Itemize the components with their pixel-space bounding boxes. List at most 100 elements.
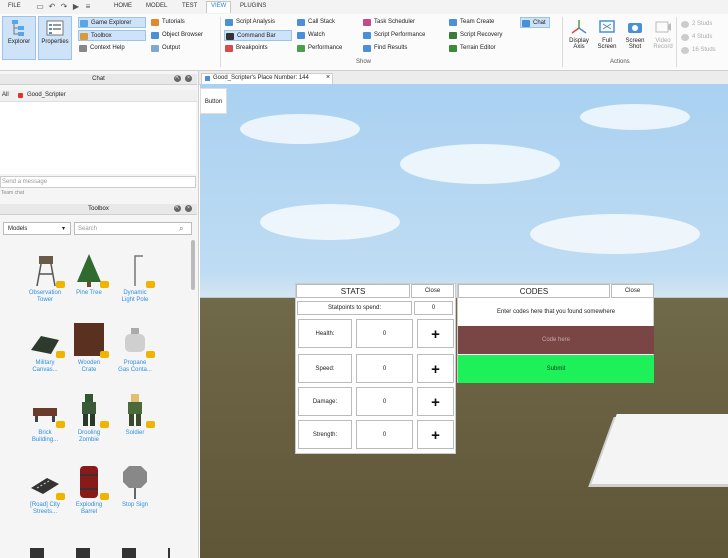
stat-label-health: Health:	[298, 319, 352, 348]
gui-button[interactable]: Button	[200, 88, 227, 114]
tab-test[interactable]: TEST	[182, 3, 197, 9]
chat-input[interactable]: Send a message	[0, 176, 196, 188]
close-tab-icon[interactable]: ×	[326, 74, 330, 81]
stat-label-damage: Damage:	[298, 387, 352, 416]
find-results-button[interactable]: Find Results	[362, 43, 407, 54]
video-record-button[interactable]: Video Record	[650, 16, 676, 60]
toolbox-item-dynamic-light-pole[interactable]: DynamicLight Pole	[112, 252, 158, 304]
object-browser-button[interactable]: Object Browser	[150, 30, 203, 41]
screen-shot-button[interactable]: Screen Shot	[622, 16, 648, 60]
toolbox-search-input[interactable]: Search ⌕	[74, 222, 192, 235]
document-tab-strip: Good_Scripter's Place Number: 144 ×	[199, 71, 728, 85]
stat-value-text: 0	[383, 331, 386, 337]
tab-home[interactable]: HOME	[114, 3, 132, 9]
chat-tab-all[interactable]: All	[2, 92, 9, 98]
codes-description: Enter codes here that you found somewher…	[458, 302, 654, 322]
find-results-icon	[363, 45, 371, 52]
tab-view[interactable]: VIEW	[206, 1, 231, 13]
team-create-button[interactable]: Team Create	[448, 17, 494, 28]
redo-icon[interactable]: ↷	[60, 3, 68, 11]
explorer-button[interactable]: Explorer	[2, 16, 36, 60]
script-recovery-button[interactable]: Script Recovery	[448, 30, 502, 41]
tutorials-icon	[151, 19, 159, 26]
object-browser-icon	[151, 32, 159, 39]
undock-icon[interactable]: ⇱	[174, 75, 181, 82]
toolbox-category-select[interactable]: Models ▾	[3, 222, 71, 235]
toolbox-item-label-1: Wooden	[66, 360, 112, 367]
properties-button[interactable]: Properties	[38, 16, 72, 60]
toolbox-label: Toolbox	[91, 33, 112, 39]
toolbox-item-propane-gas[interactable]: PropaneGas Conta...	[112, 322, 158, 374]
toolbox-item-military-canvas[interactable]: MilitaryCanvas...	[22, 322, 68, 374]
script-analysis-button[interactable]: Script Analysis	[224, 17, 275, 28]
task-scheduler-button[interactable]: Task Scheduler	[362, 17, 415, 28]
file-menu[interactable]: FILE	[8, 3, 21, 9]
menu-icon[interactable]: ≡	[84, 3, 92, 11]
toolbox-button[interactable]: Toolbox	[78, 30, 146, 41]
damage-plus-button[interactable]: +	[417, 387, 454, 416]
radio-icon	[681, 21, 689, 28]
output-button[interactable]: Output	[150, 43, 180, 54]
command-bar-button[interactable]: Command Bar	[224, 30, 292, 41]
display-axis-button[interactable]: Display Axis	[566, 16, 592, 60]
stats-close-button[interactable]: Close	[411, 284, 454, 298]
toolbox-item-observation-tower[interactable]: ObservationTower	[22, 252, 68, 304]
game-explorer-button[interactable]: Game Explorer	[78, 17, 146, 28]
toolbox-item-label-2: Light Pole	[112, 297, 158, 304]
strength-plus-button[interactable]: +	[417, 420, 454, 449]
breakpoints-button[interactable]: Breakpoints	[224, 43, 268, 54]
toolbox-item-label-2: Crate	[66, 367, 112, 374]
health-plus-button[interactable]: +	[417, 319, 454, 348]
snap-4-studs[interactable]: 4 Studs	[680, 32, 712, 43]
toolbox-item-label-1: Pine Tree	[66, 290, 112, 297]
statpoints-label-text: Statpoints to spend:	[328, 305, 381, 311]
codes-close-button[interactable]: Close	[611, 284, 654, 298]
snap-2-studs[interactable]: 2 Studs	[680, 19, 712, 30]
performance-button[interactable]: Performance	[296, 43, 342, 54]
toolbox-item-brick-building[interactable]: BrickBuilding...	[22, 392, 68, 444]
toolbox-item-drooling-zombie[interactable]: DroolingZombie	[66, 392, 112, 444]
context-help-button[interactable]: Context Help	[78, 43, 125, 54]
codes-title-text: CODES	[520, 287, 548, 296]
search-icon[interactable]: ⌕	[179, 224, 183, 234]
white-part[interactable]	[591, 414, 728, 484]
tab-plugins[interactable]: PLUGINS	[240, 3, 266, 9]
toolbox-item-wooden-crate[interactable]: WoodenCrate	[66, 322, 112, 374]
submit-code-button[interactable]: Submit	[458, 355, 654, 383]
chat-button[interactable]: Chat	[520, 17, 550, 28]
play-icon[interactable]: ▶	[72, 3, 80, 11]
tutorials-button[interactable]: Tutorials	[150, 17, 185, 28]
toolbox-item-label-2: Building...	[22, 437, 68, 444]
plus-icon: +	[431, 427, 440, 444]
toolbox-item-exploding-barrel[interactable]: ExplodingBarrel	[66, 464, 112, 516]
undo-icon[interactable]: ↶	[48, 3, 56, 11]
call-stack-button[interactable]: Call Stack	[296, 17, 335, 28]
document-tab[interactable]: Good_Scripter's Place Number: 144 ×	[201, 73, 333, 84]
speed-plus-button[interactable]: +	[417, 354, 454, 383]
close-icon[interactable]: ×	[185, 75, 192, 82]
close-icon[interactable]: ×	[185, 205, 192, 212]
tab-model[interactable]: MODEL	[146, 3, 167, 9]
codes-title: CODES	[458, 284, 610, 298]
watch-button[interactable]: Watch	[296, 30, 325, 41]
chat-tab-user[interactable]: Good_Scripter	[27, 92, 66, 98]
find-results-label: Find Results	[374, 45, 407, 51]
menu-bar: FILE ▭ ↶ ↷ ▶ ≡ HOME MODEL TEST VIEW PLUG…	[0, 0, 728, 15]
statpoints-value: 0	[414, 301, 453, 315]
script-performance-button[interactable]: Script Performance	[362, 30, 425, 41]
tree-icon	[71, 252, 107, 288]
cloud	[400, 144, 560, 184]
toolbox-item-pine-tree[interactable]: Pine Tree	[66, 252, 112, 297]
full-screen-button[interactable]: Full Screen	[594, 16, 620, 60]
actions-group-label: Actions	[610, 59, 630, 65]
snap-16-studs[interactable]: 16 Studs	[680, 45, 716, 56]
toolbox-item-stop-sign[interactable]: Stop Sign	[112, 464, 158, 509]
toolbox-item-soldier[interactable]: Soldier	[112, 392, 158, 437]
toolbox-scrollbar[interactable]	[191, 240, 195, 290]
save-icon[interactable]: ▭	[36, 3, 44, 11]
code-input[interactable]: Code here	[458, 326, 654, 354]
toolbox-item-road-city-streets[interactable]: [Road] CityStreets...	[22, 464, 68, 516]
terrain-editor-button[interactable]: Terrain Editor	[448, 43, 496, 54]
undock-icon[interactable]: ⇱	[174, 205, 181, 212]
cloud	[260, 204, 400, 240]
